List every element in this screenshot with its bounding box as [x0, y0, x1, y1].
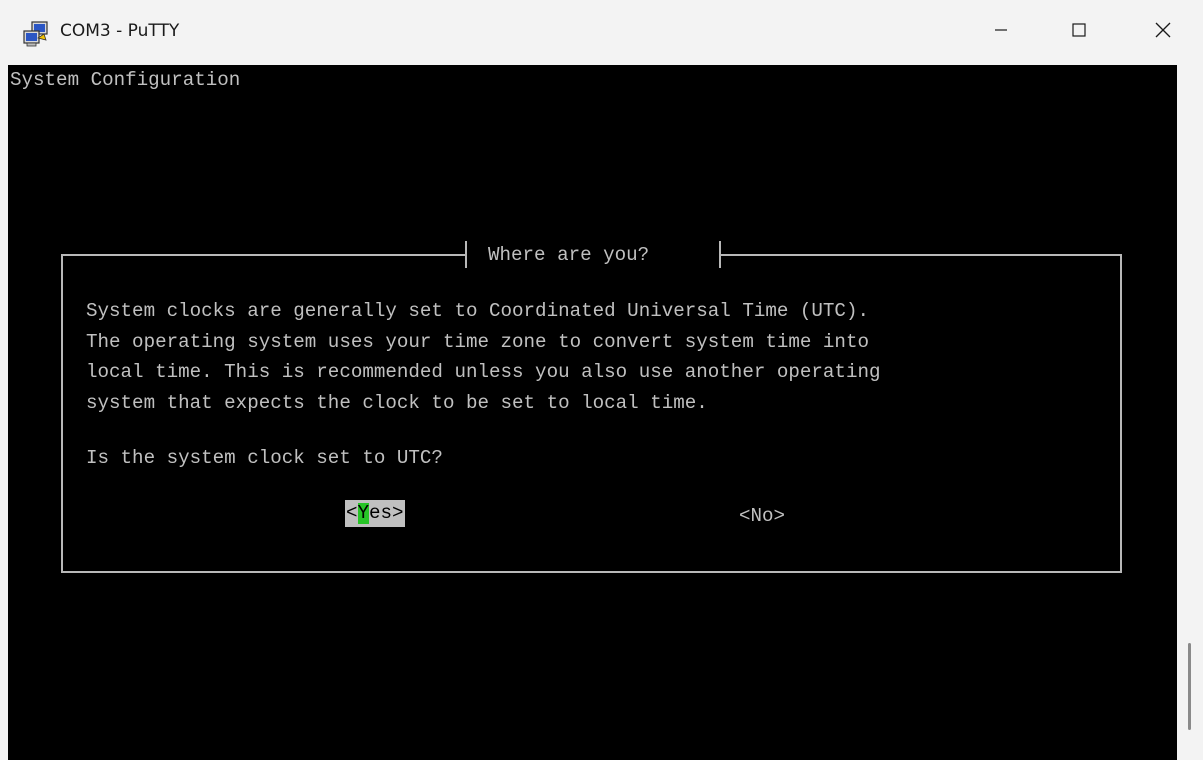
dialog-body-line: system that expects the clock to be set …	[86, 392, 708, 414]
yes-hotkey: Y	[357, 502, 370, 524]
maximize-icon	[1071, 22, 1087, 43]
minimize-button[interactable]	[970, 0, 1032, 65]
vertical-scrollbar[interactable]	[1177, 65, 1203, 760]
maximize-button[interactable]	[1048, 0, 1110, 65]
putty-icon[interactable]	[22, 20, 50, 48]
no-button[interactable]: <No>	[739, 506, 785, 527]
putty-window: COM3 - PuTTY System Configuration Where …	[0, 0, 1203, 760]
dialog-title-bracket-right	[719, 241, 721, 268]
terminal-screen[interactable]: System Configuration Where are you? Syst…	[8, 65, 1177, 760]
dialog-title: Where are you?	[488, 244, 650, 266]
yes-button-open: <	[346, 502, 358, 524]
dialog-title-bracket-left	[465, 241, 467, 268]
close-button[interactable]	[1132, 0, 1194, 65]
scrollbar-thumb[interactable]	[1188, 643, 1191, 730]
yes-button[interactable]: < Yes>	[345, 500, 405, 527]
title-bar[interactable]: COM3 - PuTTY	[0, 0, 1203, 65]
dialog-body-line: local time. This is recommended unless y…	[86, 361, 881, 383]
terminal-header: System Configuration	[10, 69, 241, 91]
close-icon	[1154, 21, 1172, 44]
yes-button-rest: es>	[369, 502, 404, 524]
dialog-body-line: System clocks are generally set to Coord…	[86, 300, 869, 322]
dialog-body-line: The operating system uses your time zone…	[86, 331, 869, 353]
window-title: COM3 - PuTTY	[60, 21, 180, 41]
minimize-icon	[993, 22, 1009, 43]
dialog-question: Is the system clock set to UTC?	[86, 447, 443, 469]
